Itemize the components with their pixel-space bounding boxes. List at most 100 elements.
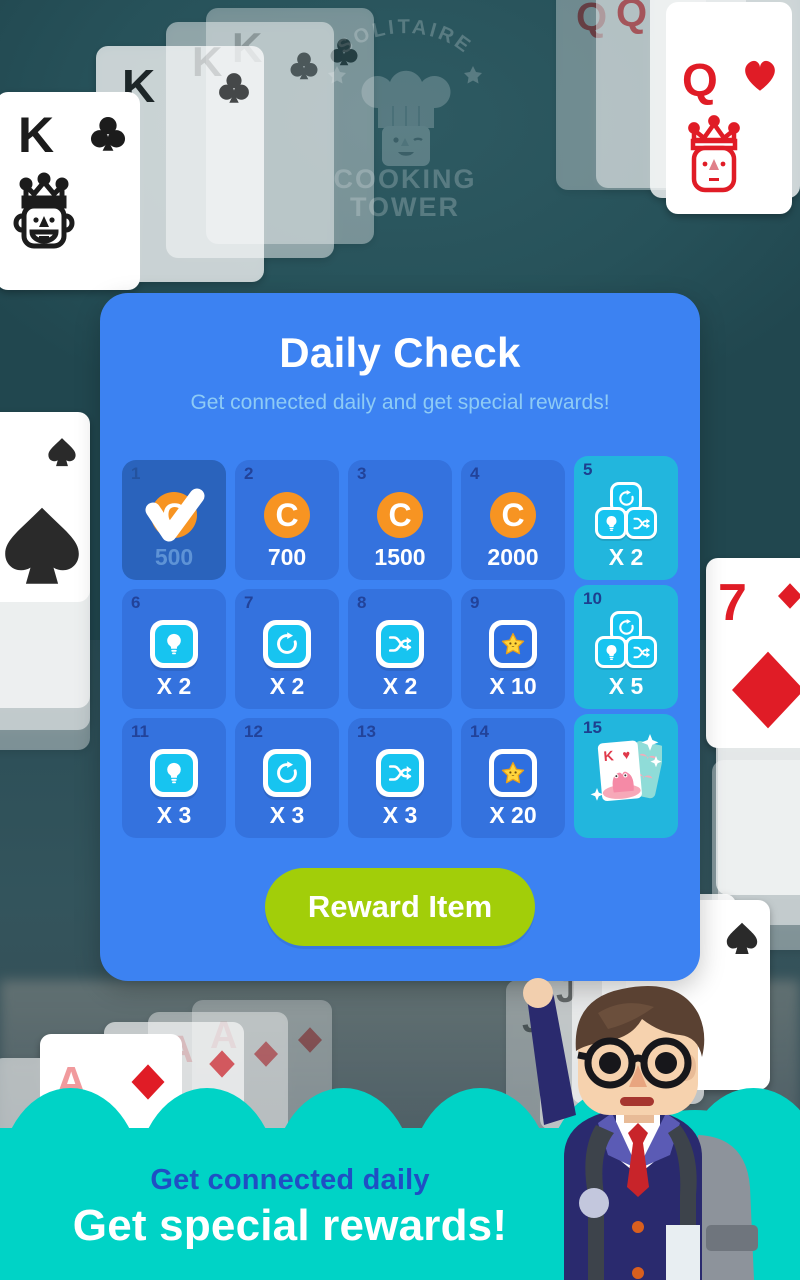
- reward-cell-day-9[interactable]: 9 X 10: [461, 589, 565, 709]
- reward-day-number: 10: [583, 589, 602, 608]
- reward-cell-day-14[interactable]: 14 X 20: [461, 718, 565, 838]
- reward-day-number: 4: [470, 464, 480, 483]
- shuffle-icon: [381, 754, 419, 792]
- reward-art: [235, 613, 339, 675]
- reward-day-number: 5: [583, 460, 593, 479]
- reward-amount: X 10: [489, 673, 537, 699]
- reward-art: [574, 609, 678, 671]
- reward-cell-day-8[interactable]: 8 X 2: [348, 589, 452, 709]
- promo-banner-text: Get connected daily Get special rewards!: [0, 1164, 580, 1251]
- shuffle-mini-tile: [625, 636, 657, 668]
- reward-day-number: 9: [470, 593, 480, 612]
- banner-line-1: Get connected daily: [150, 1164, 430, 1196]
- reward-art: C: [235, 484, 339, 546]
- reward-cell-day-13[interactable]: 13 X 3: [348, 718, 452, 838]
- reward-art: C: [348, 484, 452, 546]
- booster-bundle-icon: [595, 611, 657, 669]
- hint-icon: [598, 639, 624, 665]
- reward-day-number: 14: [470, 722, 489, 741]
- banner-line-2: Get special rewards!: [72, 1201, 508, 1250]
- reward-day-number: 6: [131, 593, 141, 612]
- reward-art: [122, 613, 226, 675]
- reward-amount: X 3: [156, 802, 192, 828]
- reward-day-number: 3: [357, 464, 367, 483]
- star-tile: [489, 749, 537, 797]
- star-icon: [494, 754, 532, 792]
- star-tile: [489, 620, 537, 668]
- reward-cell-day-12[interactable]: 12 X 3: [235, 718, 339, 838]
- reward-amount: 700: [267, 544, 307, 570]
- reward-day-number: 13: [357, 722, 376, 741]
- hint-tile: [150, 620, 198, 668]
- reward-amount: 1500: [374, 544, 426, 570]
- reward-amount: X 3: [269, 802, 305, 828]
- undo-icon: [268, 754, 306, 792]
- coin-icon: C: [264, 492, 310, 538]
- svg-text:Q: Q: [682, 54, 718, 106]
- dialog-subtitle: Get connected daily and get special rewa…: [190, 391, 610, 414]
- coin-icon: C: [377, 492, 423, 538]
- reward-cell-day-2[interactable]: 2 C 700: [235, 460, 339, 580]
- reward-cell-day-5[interactable]: 5 X 2: [574, 456, 678, 580]
- reward-art: [235, 742, 339, 804]
- reward-amount: X 2: [156, 673, 192, 699]
- reward-cell-day-1[interactable]: 1 C 500: [122, 460, 226, 580]
- reward-day-number: 11: [131, 722, 149, 741]
- hint-icon: [598, 510, 624, 536]
- shuffle-mini-tile: [625, 507, 657, 539]
- reward-grid: 1 C 500 2 C 700 3 C 1500 4 C 2000 5 X 26X 27X 28X 29X…: [122, 456, 678, 838]
- reward-amount: X 2: [608, 544, 644, 570]
- reward-art: [348, 613, 452, 675]
- reward-art: [348, 742, 452, 804]
- reward-day-number: 7: [244, 593, 254, 612]
- reward-item-button[interactable]: Reward Item: [265, 868, 535, 946]
- hint-icon: [155, 754, 193, 792]
- hint-icon: [155, 625, 193, 663]
- reward-amount: X 5: [608, 673, 644, 699]
- shuffle-icon: [628, 639, 654, 665]
- reward-amount: X 2: [269, 673, 305, 699]
- claimed-check-icon: [143, 486, 205, 553]
- reward-cell-day-7[interactable]: 7 X 2: [235, 589, 339, 709]
- reward-cell-day-11[interactable]: 11 X 3: [122, 718, 226, 838]
- reward-amount: 2000: [487, 544, 539, 570]
- reward-amount: X 20: [489, 802, 537, 828]
- star-icon: [494, 625, 532, 663]
- daily-check-dialog: Daily Check Get connected daily and get …: [100, 293, 700, 981]
- reward-day-number: 1: [131, 464, 141, 483]
- svg-text:K: K: [603, 747, 614, 764]
- svg-text:K: K: [18, 107, 54, 163]
- reward-art: [574, 480, 678, 542]
- hint-mini-tile: [595, 636, 627, 668]
- reward-day-number: 8: [357, 593, 367, 612]
- reward-cell-day-10[interactable]: 10 X 5: [574, 585, 678, 709]
- undo-tile: [263, 620, 311, 668]
- shuffle-icon: [381, 625, 419, 663]
- reward-cell-day-15[interactable]: 15 K ♥: [574, 714, 678, 838]
- reward-art: [461, 742, 565, 804]
- svg-text:Q: Q: [616, 0, 647, 35]
- booster-bundle-icon: [595, 482, 657, 540]
- hint-tile: [150, 749, 198, 797]
- reward-art: [461, 613, 565, 675]
- undo-icon: [268, 625, 306, 663]
- hint-mini-tile: [595, 507, 627, 539]
- svg-text:♥: ♥: [622, 747, 631, 763]
- reward-day-number: 12: [244, 722, 263, 741]
- shuffle-tile: [376, 620, 424, 668]
- svg-text:7: 7: [718, 574, 747, 632]
- reward-amount: X 2: [382, 673, 418, 699]
- reward-art: C: [461, 484, 565, 546]
- reward-cell-day-4[interactable]: 4 C 2000: [461, 460, 565, 580]
- dialog-title: Daily Check: [279, 329, 521, 376]
- reward-art: [122, 742, 226, 804]
- reward-amount: X 3: [382, 802, 418, 828]
- reward-cell-day-6[interactable]: 6 X 2: [122, 589, 226, 709]
- shuffle-icon: [628, 510, 654, 536]
- reward-cell-day-3[interactable]: 3 C 1500: [348, 460, 452, 580]
- shuffle-tile: [376, 749, 424, 797]
- undo-tile: [263, 749, 311, 797]
- reward-day-number: 2: [244, 464, 254, 483]
- coin-icon: C: [490, 492, 536, 538]
- reward-art: K ♥: [574, 734, 678, 802]
